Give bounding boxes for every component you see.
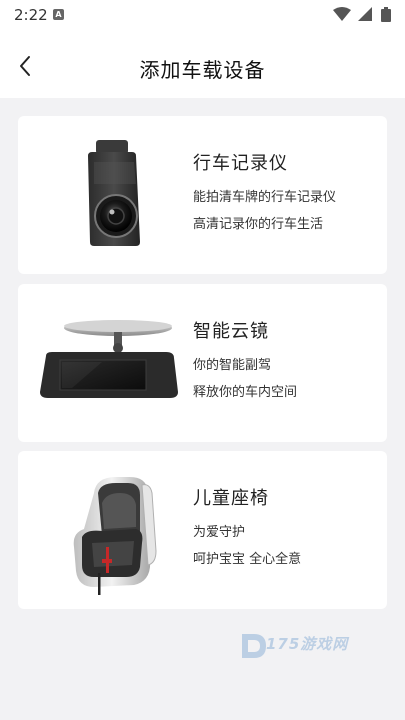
status-icons (332, 7, 391, 23)
device-subtitle: 能拍清车牌的行车记录仪 (193, 190, 337, 205)
device-card-dashcam[interactable]: 行车记录仪 能拍清车牌的行车记录仪 高清记录你的行车生活 (18, 116, 387, 274)
watermark-d-icon (242, 634, 266, 658)
notification-icon: A (53, 9, 64, 20)
device-subtitle: 你的智能副驾 (193, 358, 272, 373)
device-card-smart-mirror[interactable]: 智能云镜 你的智能副驾 释放你的车内空间 (18, 284, 387, 442)
child-seat-image (32, 463, 182, 597)
device-description: 高清记录你的行车生活 (193, 217, 324, 232)
smart-mirror-image (32, 296, 182, 430)
watermark-logo: 175游戏网 (238, 628, 356, 662)
signal-icon (357, 7, 372, 21)
dashcam-image (32, 128, 182, 262)
battery-icon (381, 7, 391, 22)
page-title: 添加车载设备 (139, 58, 266, 82)
status-bar: 2:22 A (0, 0, 405, 30)
device-description: 释放你的车内空间 (193, 385, 298, 400)
device-description: 呵护宝宝 全心全意 (193, 552, 302, 567)
watermark-text: 175游戏网 (266, 635, 349, 653)
device-title: 行车记录仪 (193, 153, 288, 174)
device-title: 智能云镜 (193, 321, 269, 342)
status-time: 2:22 (14, 6, 48, 24)
device-subtitle: 为爱守护 (193, 525, 246, 540)
wifi-icon (332, 7, 351, 21)
device-card-child-seat[interactable]: 儿童座椅 为爱守护 呵护宝宝 全心全意 (18, 451, 387, 609)
device-title: 儿童座椅 (193, 488, 269, 509)
app-header: 添加车载设备 (0, 30, 405, 98)
